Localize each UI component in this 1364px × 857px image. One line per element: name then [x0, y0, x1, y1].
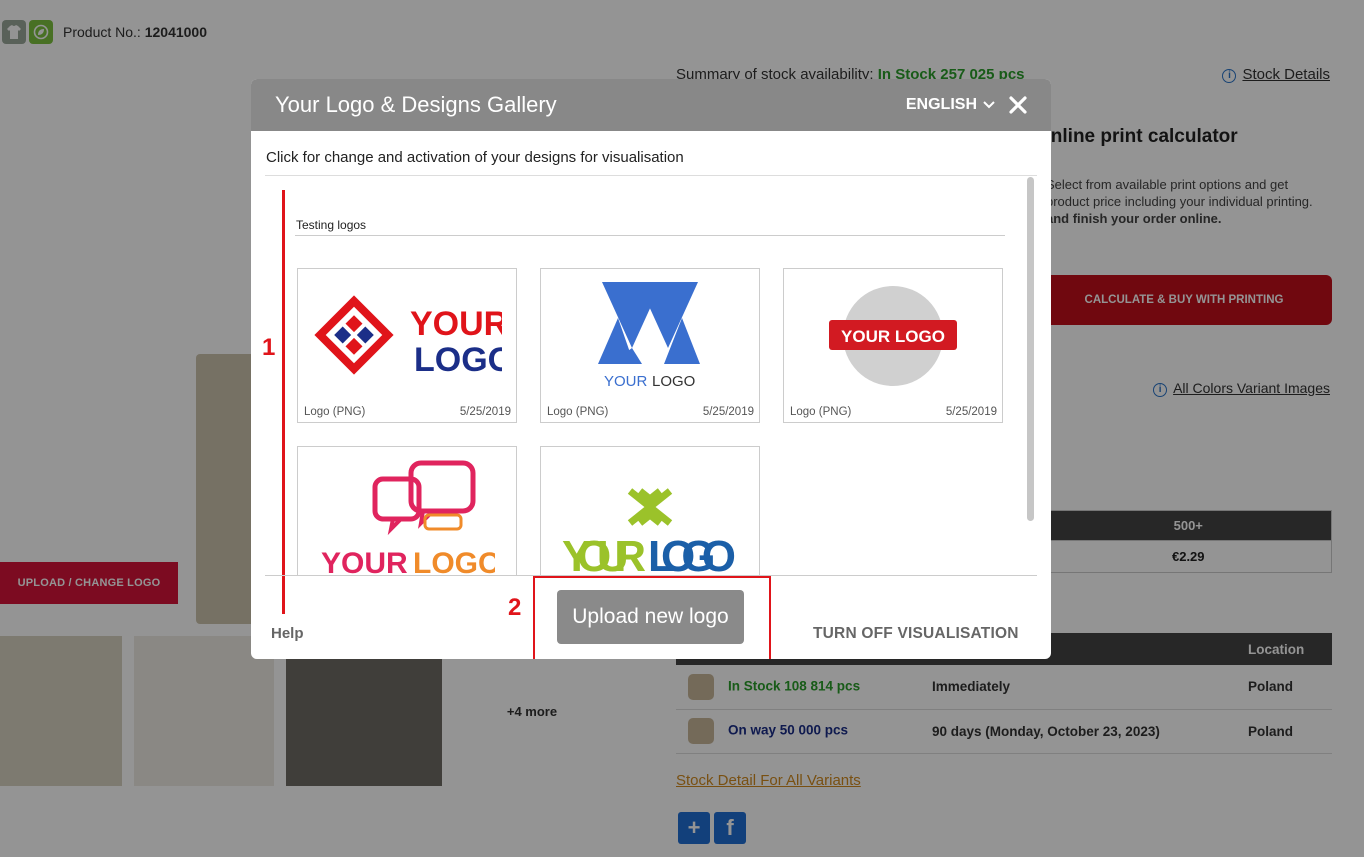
logo-gallery-modal: Your Logo & Designs Gallery ENGLISH Clic…: [251, 79, 1051, 659]
svg-text:LOGO: LOGO: [652, 373, 695, 390]
annotation-number-2: 2: [508, 594, 522, 621]
logo-card-type: Logo (PNG): [304, 406, 366, 418]
turn-off-visualisation-button[interactable]: TURN OFF VISUALISATION: [813, 625, 1019, 643]
modal-title: Your Logo & Designs Gallery: [275, 92, 557, 117]
logo-card-meta: Logo (PNG) 5/25/2019: [304, 406, 511, 418]
svg-text:YOUR LOGO: YOUR LOGO: [841, 327, 945, 346]
close-icon[interactable]: [1009, 92, 1027, 118]
language-select[interactable]: ENGLISH: [906, 96, 995, 114]
chat-bubbles-logo-icon: YOUR LOGO: [298, 447, 516, 575]
logo-card[interactable]: YOUR LOGO: [540, 446, 760, 575]
divider: [265, 175, 1037, 176]
group-title: Testing logos: [296, 218, 367, 232]
logo-card-meta: Logo (PNG) 5/25/2019: [547, 406, 754, 418]
grey-circle-logo-icon: YOUR LOGO: [784, 269, 1002, 403]
svg-text:YOUR: YOUR: [321, 547, 408, 575]
divider: [295, 235, 1005, 236]
svg-text:YOUR: YOUR: [604, 373, 648, 390]
svg-text:LOGO: LOGO: [413, 547, 495, 575]
logo-card-type: Logo (PNG): [547, 406, 609, 418]
svg-text:YOUR: YOUR: [562, 532, 646, 575]
logo-card-date: 5/25/2019: [702, 406, 754, 418]
gallery-scrollbar[interactable]: [1027, 177, 1034, 521]
logo-card[interactable]: YOUR LOGO Logo (PNG) 5/25/2019: [297, 268, 517, 423]
upload-new-logo-button[interactable]: Upload new logo: [557, 590, 744, 644]
logo-card-date: 5/25/2019: [459, 406, 511, 418]
modal-header-actions: ENGLISH: [906, 92, 1027, 118]
help-link[interactable]: Help: [271, 625, 304, 642]
modal-subtitle: Click for change and activation of your …: [266, 149, 684, 166]
language-label: ENGLISH: [905, 96, 977, 113]
modal-header: Your Logo & Designs Gallery ENGLISH: [251, 79, 1051, 131]
logo-card[interactable]: YOUR LOGO Logo (PNG) 5/25/2019: [783, 268, 1003, 423]
logo-card-date: 5/25/2019: [945, 406, 997, 418]
logo-gallery: Testing logos YOUR LOGO Logo (PNG) 5/25/…: [265, 179, 1033, 575]
logo-card[interactable]: YOUR LOGO Logo (PNG) 5/25/2019: [540, 268, 760, 423]
logo-card-type: Logo (PNG): [790, 406, 852, 418]
red-diamond-logo-icon: YOUR LOGO: [298, 269, 516, 403]
logo-card-meta: Logo (PNG) 5/25/2019: [790, 406, 997, 418]
chevron-down-icon: [983, 101, 995, 109]
annotation-line: [282, 190, 285, 614]
blue-triangle-logo-icon: YOUR LOGO: [541, 269, 759, 403]
green-cross-logo-icon: YOUR LOGO: [541, 447, 759, 575]
logo-cards: YOUR LOGO Logo (PNG) 5/25/2019 YOUR LOGO…: [297, 268, 1003, 575]
annotation-number-1: 1: [262, 334, 276, 361]
logo-card[interactable]: YOUR LOGO: [297, 446, 517, 575]
svg-text:LOGO: LOGO: [414, 341, 502, 379]
svg-text:YOUR: YOUR: [410, 305, 502, 343]
svg-text:LOGO: LOGO: [648, 532, 736, 575]
